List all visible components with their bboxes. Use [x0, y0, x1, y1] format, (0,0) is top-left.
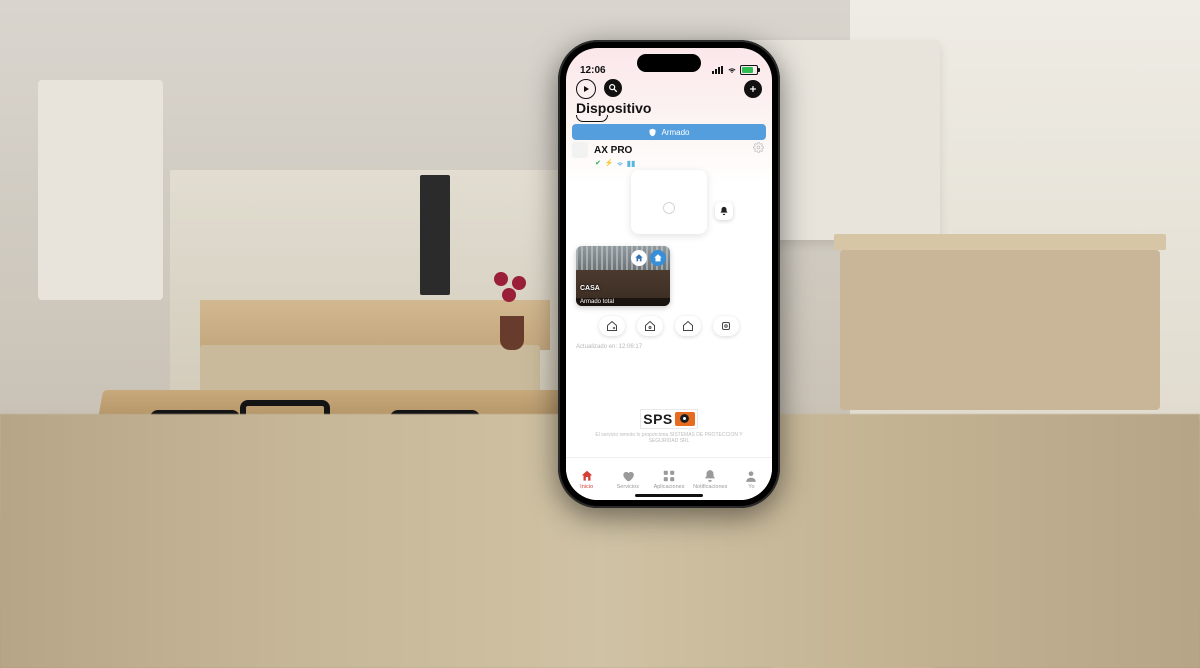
camera-tile[interactable]: CASA Armado total	[576, 246, 670, 306]
add-button[interactable]	[744, 80, 762, 98]
tab-home[interactable]: Inicio	[566, 458, 607, 500]
action-disarm[interactable]	[675, 316, 701, 336]
camera-name: CASA	[580, 285, 600, 292]
home-indicator[interactable]	[635, 494, 703, 497]
photo-background: 12:06	[0, 0, 1200, 668]
wifi-icon	[727, 64, 737, 76]
page-title: Dispositivo	[576, 100, 651, 122]
search-icon[interactable]	[604, 79, 622, 97]
wifi-small-icon	[616, 159, 624, 167]
person-icon	[744, 469, 758, 483]
device-status-icons: ✔ ⚡ ▮▮	[594, 159, 766, 167]
action-stay-arm[interactable]	[637, 316, 663, 336]
sps-logo: SPS	[640, 409, 698, 429]
phone-screen: 12:06	[566, 48, 772, 500]
gear-icon[interactable]	[753, 142, 764, 156]
alarm-hub-image[interactable]	[631, 170, 707, 234]
bell-icon	[703, 469, 717, 483]
provider-footer: SPS El servicio remoto lo proporciona SI…	[566, 409, 772, 445]
phone-frame: 12:06	[558, 40, 780, 508]
device-name: AX PRO	[594, 145, 632, 156]
camera-arm-state: Armado total	[576, 298, 670, 306]
quick-actions-row	[566, 316, 772, 336]
tab-services-label: Servicios	[617, 484, 639, 490]
tab-me-label: Yo	[748, 484, 754, 490]
siren-quick-button[interactable]	[715, 202, 733, 220]
tab-notifications-label: Notificaciones	[693, 484, 727, 490]
cellular-signal-icon	[712, 66, 724, 74]
tab-apps-label: Aplicaciones	[654, 484, 685, 490]
camera-home-icon[interactable]	[631, 250, 647, 266]
armed-banner[interactable]: Armado	[572, 124, 766, 140]
battery-icon	[740, 65, 758, 75]
chevron-down-icon[interactable]	[576, 115, 608, 122]
armed-label: Armado	[661, 128, 689, 137]
dynamic-island	[637, 54, 701, 72]
heart-icon	[621, 469, 635, 483]
camera-alarm-icon[interactable]	[650, 250, 666, 266]
home-icon	[580, 469, 594, 483]
action-away-arm[interactable]	[599, 316, 625, 336]
device-card[interactable]: AX PRO ✔ ⚡ ▮▮	[572, 142, 766, 167]
tab-me[interactable]: Yo	[731, 458, 772, 500]
tab-home-label: Inicio	[580, 484, 593, 490]
battery-small-icon: ▮▮	[627, 159, 635, 167]
cloud-ok-icon: ✔	[594, 159, 602, 167]
action-sos[interactable]	[713, 316, 739, 336]
provider-disclaimer: El servicio remoto lo proporciona SISTEM…	[566, 432, 772, 445]
shield-icon	[648, 128, 657, 137]
record-icon[interactable]	[576, 79, 596, 99]
status-time: 12:06	[580, 65, 606, 76]
last-updated: Actualizado en: 12:06:17	[576, 344, 642, 350]
apps-icon	[662, 469, 676, 483]
device-thumb	[572, 142, 588, 158]
power-icon: ⚡	[605, 159, 613, 167]
